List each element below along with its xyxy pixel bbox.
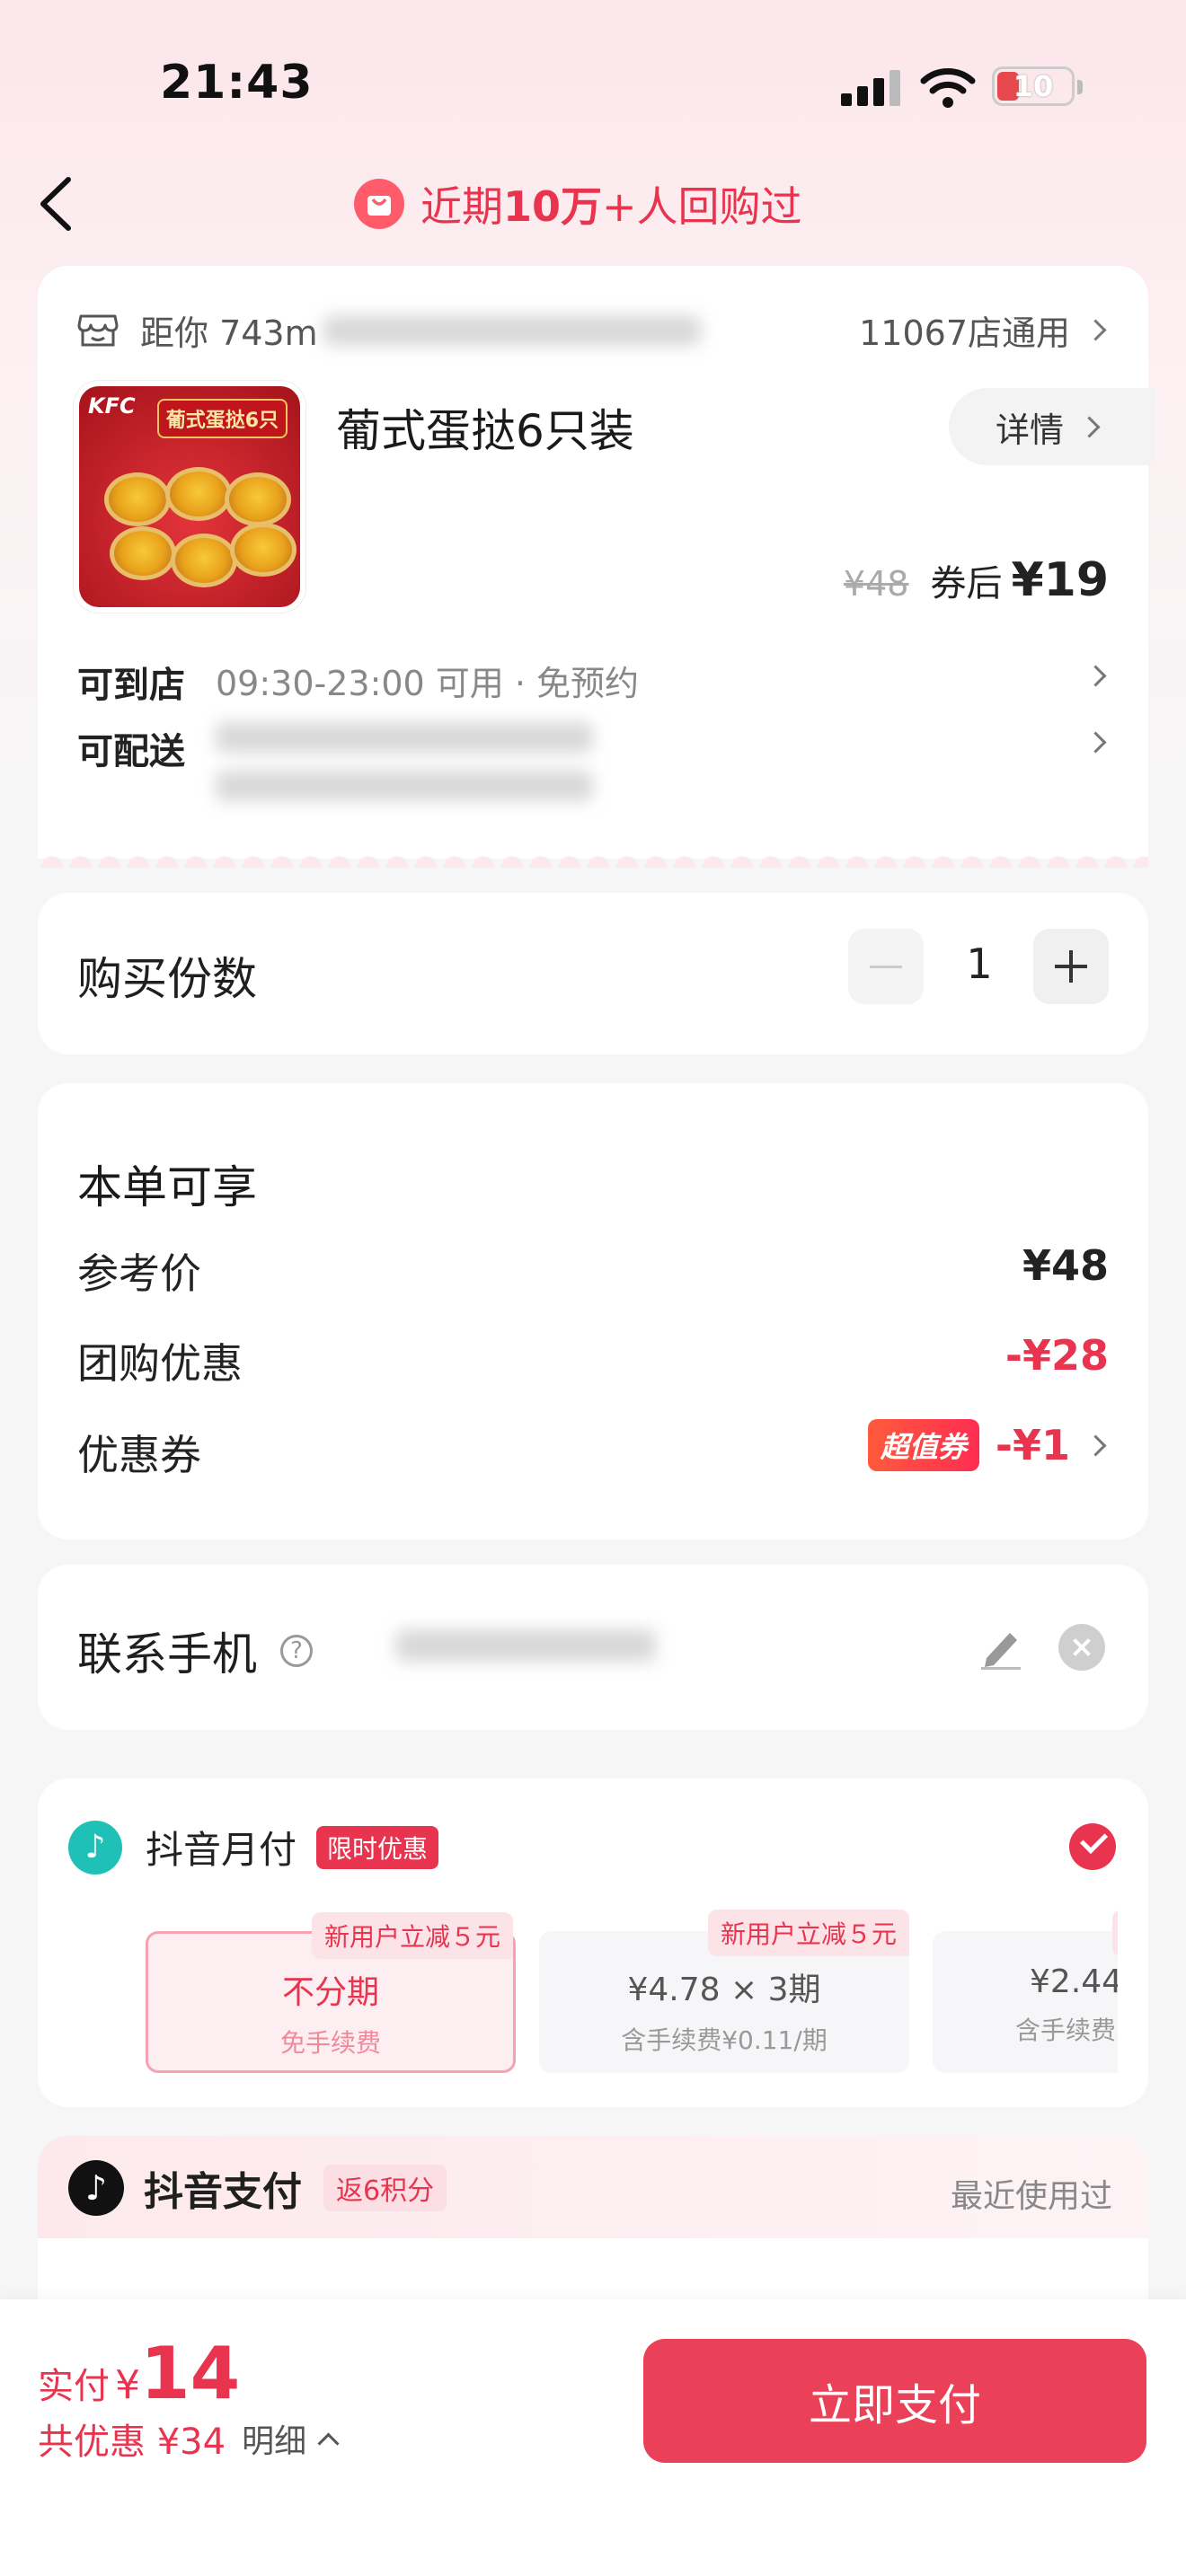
instore-label: 可到店 (77, 665, 185, 706)
installment-subtitle: 免手续费 (279, 2028, 381, 2058)
chevron-right-icon (1078, 415, 1101, 438)
store-icon (77, 314, 119, 346)
coupon-selector[interactable]: 超值券 -¥1 (867, 1419, 1107, 1471)
douyin-pay-title: 抖音支付 (144, 2169, 302, 2215)
battery-level: 10 (1013, 69, 1054, 103)
installment-title: ¥2.44 (1030, 1963, 1118, 2000)
new-user-tag: 新用户立减５元 (707, 1910, 909, 1956)
installment-subtitle: 含手续费¥0.11/期 (621, 2025, 828, 2055)
store-count: 11067店通用 (859, 313, 1070, 353)
reference-price-label: 参考价 (77, 1249, 201, 1298)
monthly-pay-icon: ♪ (68, 1820, 122, 1875)
coupon-value: -¥1 (995, 1421, 1070, 1469)
blurred-delivery-address (216, 722, 593, 753)
chevron-right-icon (1084, 1434, 1107, 1457)
points-tag: 返6积分 (323, 2165, 447, 2211)
quantity-label: 购买份数 (77, 953, 257, 1005)
decrease-button[interactable] (848, 929, 924, 1004)
installment-title: ¥4.78 × 3期 (627, 1972, 821, 2008)
installment-option[interactable]: 新用户立减５元 不分期 免手续费 (146, 1912, 516, 2073)
discount-summary[interactable]: 共优惠 ¥34 明细 (38, 2413, 340, 2465)
contact-label-group: 联系手机 ? (77, 1619, 313, 1683)
contact-label: 联系手机 (77, 1628, 257, 1681)
shopping-bag-icon (354, 179, 404, 229)
after-coupon-price: 券后 ¥19 (930, 553, 1109, 607)
instore-hours: 09:30-23:00 可用 · 免预约 (216, 664, 640, 703)
actual-pay: 实付 ¥ 14 (38, 2332, 241, 2415)
help-icon[interactable]: ? (280, 1635, 313, 1667)
increase-button[interactable] (1033, 929, 1109, 1004)
store-distance-row[interactable]: 距你 743m (77, 305, 701, 355)
image-title: 葡式蛋挞6只 (156, 399, 288, 438)
bank-row[interactable] (38, 2238, 1148, 2299)
installment-title: 不分期 (281, 1974, 379, 2011)
product-name: 葡式蛋挞6只装 (336, 405, 634, 457)
recently-used: 最近使用过 (950, 2178, 1112, 2215)
delivery-label: 可配送 (77, 731, 185, 772)
douyin-logo-icon: ♪ (68, 2160, 124, 2216)
chevron-right-icon (1084, 319, 1107, 341)
clear-icon[interactable] (1058, 1624, 1105, 1671)
detail-button[interactable]: 详情 (949, 388, 1155, 465)
pay-amount: 14 (140, 2332, 241, 2415)
status-time: 21:43 (160, 56, 314, 110)
store-count-link[interactable]: 11067店通用 (859, 305, 1107, 355)
cellular-signal-icon (841, 70, 900, 106)
store-distance: 距你 743m (140, 313, 318, 353)
pay-now-button[interactable]: 立即支付 (643, 2339, 1146, 2463)
edit-pencil-icon[interactable] (979, 1624, 1022, 1671)
original-price: ¥48 (843, 564, 909, 604)
price-block: ¥48 券后 ¥19 (844, 553, 1109, 607)
total-discount: 共优惠 ¥34 (38, 2422, 226, 2463)
group-discount-value: -¥28 (1005, 1331, 1109, 1380)
header-title: 近期 10万 +人回购过 (354, 172, 802, 235)
detail-link: 明细 (242, 2423, 307, 2460)
wifi-icon (920, 68, 976, 108)
installment-option[interactable]: 新 ¥2.44 含手续费 (933, 1910, 1118, 2073)
coupon-label: 优惠券 (77, 1431, 201, 1479)
detail-label: 详情 (996, 410, 1065, 450)
limited-offer-tag: 限时优惠 (316, 1825, 439, 1869)
blurred-delivery-address (216, 771, 593, 801)
installment-option[interactable]: 新用户立减５元 ¥4.78 × 3期 含手续费¥0.11/期 (539, 1910, 909, 2073)
douyin-pay-title-group: ♪ 抖音支付 返6积分 (68, 2159, 447, 2217)
new-user-tag: 新用户立减５元 (311, 1912, 513, 1959)
benefits-title: 本单可享 (77, 1161, 257, 1213)
reference-price-value: ¥48 (1022, 1241, 1109, 1290)
installment-subtitle: 含手续费 (1015, 2016, 1117, 2045)
new-user-tag: 新 (1112, 1910, 1118, 1956)
battery-icon: 10 (992, 66, 1083, 106)
kfc-logo: KFC (88, 393, 136, 419)
back-arrow-icon[interactable] (36, 172, 75, 235)
installment-option-clip: 新 ¥2.44 含手续费 (933, 1910, 1118, 2080)
monthly-pay-header[interactable]: ♪ 抖音月付 限时优惠 (68, 1820, 439, 1875)
group-discount-label: 团购优惠 (77, 1339, 243, 1388)
perforated-edge (38, 841, 1148, 868)
phone-number-field[interactable] (395, 1629, 656, 1662)
product-image[interactable]: KFC 葡式蛋挞6只 (79, 386, 300, 607)
blurred-store-address (323, 314, 701, 346)
monthly-pay-title: 抖音月付 (146, 1828, 297, 1872)
quantity-value: 1 (966, 940, 993, 988)
chevron-up-icon (317, 2431, 340, 2455)
selected-check-icon[interactable] (1069, 1823, 1116, 1870)
super-value-badge: 超值券 (867, 1419, 979, 1471)
